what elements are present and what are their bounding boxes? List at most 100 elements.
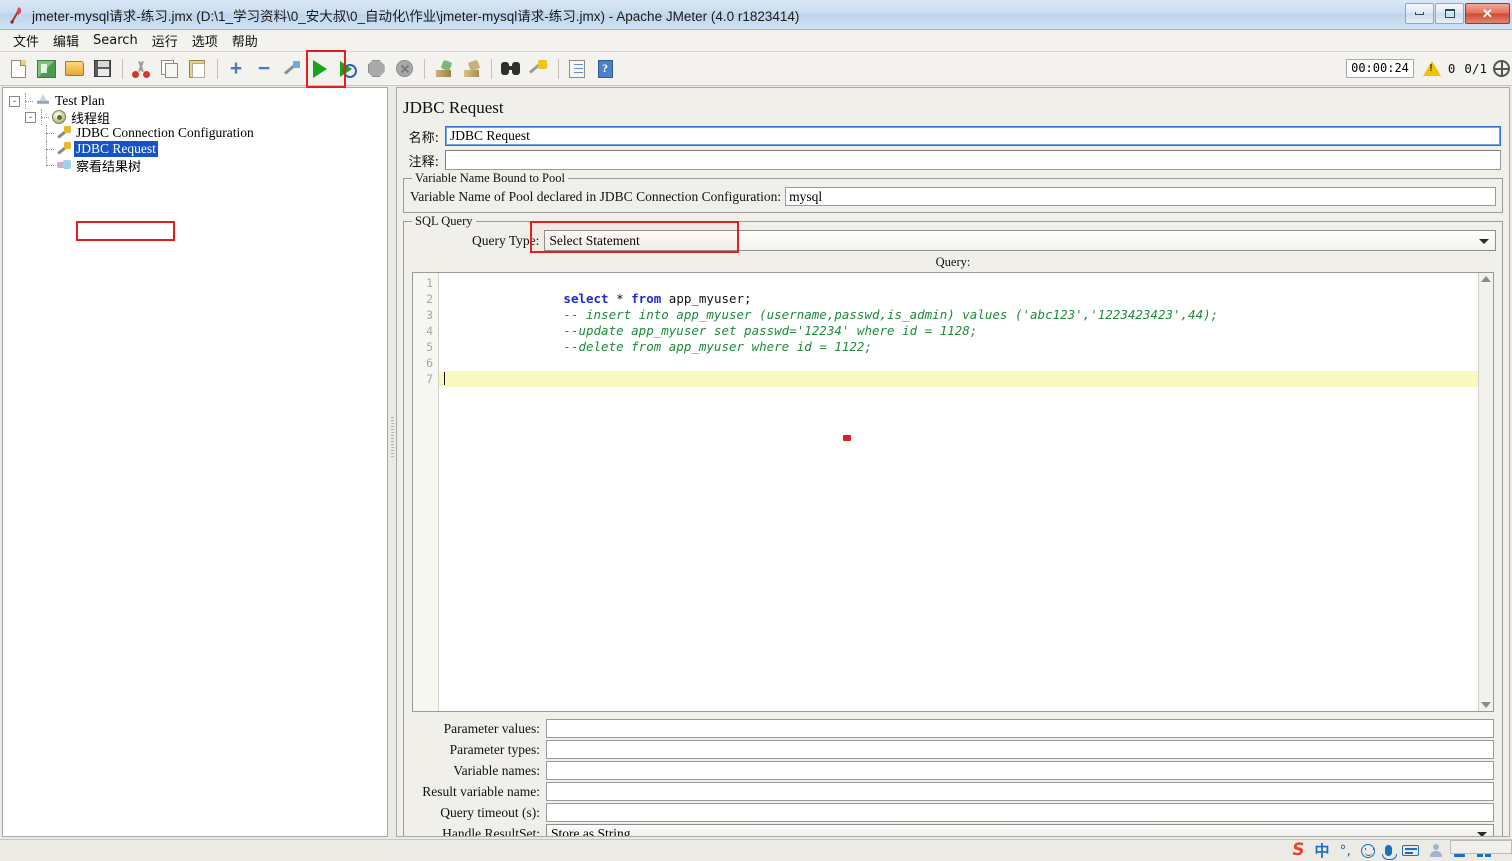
punctuation-icon[interactable]: °, [1340,843,1351,859]
expand-button[interactable]: + [223,56,249,82]
query-type-value: Select Statement [549,232,640,248]
comment-label: 注释: [408,154,439,170]
open-button[interactable] [61,56,87,82]
emoji-icon[interactable] [1361,843,1375,858]
query-type-label: Query Type: [472,232,540,248]
sql-editor[interactable]: 1 2 3 4 5 6 7 select * from app_myuser; [412,272,1494,712]
text-caret [444,372,445,385]
line-number: 4 [426,324,433,338]
tree-connector [41,125,55,141]
scroll-down-icon[interactable] [1481,702,1491,708]
sampler-icon [55,141,73,157]
play-green-icon [313,59,327,78]
sql-comment: --update app_myuser set passwd='12234' w… [563,323,978,338]
tree-node-thread-group[interactable]: - 线程组 [9,109,387,127]
menu-help[interactable]: 帮助 [225,30,265,51]
warning-triangle-icon[interactable] [1422,61,1441,76]
thread-indicator-icon [1493,60,1510,77]
start-button[interactable] [307,56,333,82]
toggle-button[interactable] [279,56,305,82]
stop-button[interactable] [363,56,389,82]
sql-comment: --delete from app_myuser where id = 1122… [563,339,872,354]
query-timeout-input[interactable] [546,803,1494,822]
voice-input-icon[interactable] [1382,845,1397,860]
editor-scrollbar[interactable] [1478,273,1493,711]
help-button[interactable]: ? [592,56,618,82]
handle-resultset-row: Handle ResultSet: Store as String [412,823,1494,837]
templates-button[interactable] [33,56,59,82]
parameter-values-input[interactable] [546,719,1494,738]
bottom-scroll-area[interactable] [1450,840,1512,854]
toolbar-separator [491,58,492,79]
variable-names-input[interactable] [546,761,1494,780]
save-button[interactable] [89,56,115,82]
sql-code-area[interactable]: select * from app_myuser; -- insert into… [439,273,1493,711]
tree-connector [36,109,50,125]
brush-clear-icon [529,59,547,78]
toolbar-separator [122,58,123,79]
name-input[interactable] [445,126,1501,146]
code-line-active [439,371,1493,387]
warning-count: 0 [1447,61,1456,76]
menu-run[interactable]: 运行 [145,30,185,51]
chinese-mode-icon[interactable]: 中 [1315,840,1330,861]
shutdown-circle-icon [395,60,413,77]
scroll-up-icon[interactable] [1481,276,1491,282]
expander-icon[interactable]: - [25,111,36,123]
toolbar-separator [558,58,559,79]
tree-node-test-plan[interactable]: - Test Plan [9,93,387,109]
chevron-down-icon [1479,238,1489,244]
parameter-types-input[interactable] [546,740,1494,759]
query-type-combo[interactable]: Select Statement [544,230,1496,251]
function-helper-button[interactable] [564,56,590,82]
paste-button[interactable] [184,56,210,82]
window-title: jmeter-mysql请求-练习.jmx (D:\1_学习资料\0_安大叔\0… [32,9,800,24]
tree-node-view-results-tree[interactable]: 察看结果树 [9,157,387,175]
pool-group: Variable Name Bound to Pool Variable Nam… [403,171,1503,213]
collapse-button[interactable]: − [251,56,277,82]
parameter-types-row: Parameter types: [412,739,1494,760]
tree-node-jdbc-request[interactable]: JDBC Request [9,141,387,157]
reset-search-button[interactable] [525,56,551,82]
sql-comment: -- insert into app_myuser (username,pass… [563,307,1219,322]
restore-button[interactable] [1435,2,1464,24]
tree-connector [20,93,34,109]
minimize-button[interactable] [1405,2,1434,24]
cut-button[interactable] [128,56,154,82]
variable-names-label: Variable names: [453,762,540,778]
shutdown-button[interactable] [391,56,417,82]
menu-file[interactable]: 文件 [6,30,46,51]
test-plan-tree-panel[interactable]: - Test Plan - 线程组 JDBC Connection Config… [2,87,388,837]
soft-keyboard-icon[interactable] [1402,845,1419,856]
copy-button[interactable] [156,56,182,82]
search-button[interactable] [497,56,523,82]
tree-node-jdbc-connection-configuration[interactable]: JDBC Connection Configuration [9,125,387,141]
result-variable-name-label: Result variable name: [422,783,540,799]
menu-options[interactable]: 选项 [185,30,225,51]
menu-edit[interactable]: 编辑 [46,30,86,51]
menu-search[interactable]: Search [86,32,145,49]
pool-variable-input[interactable] [785,187,1496,206]
handle-resultset-value: Store as String [551,825,631,837]
red-annotation-mark [843,435,851,441]
copy-icon [161,60,178,78]
clear-all-button[interactable] [458,56,484,82]
clear-button[interactable] [430,56,456,82]
toolbar-status-cluster: 00:00:24 0 0/1 [1346,59,1510,78]
sogou-logo-icon[interactable]: S [1291,840,1306,860]
new-button[interactable] [5,56,31,82]
tree-connector [41,141,55,157]
result-variable-name-input[interactable] [546,782,1494,801]
pool-group-title: Variable Name Bound to Pool [412,171,568,186]
panel-splitter[interactable] [389,87,396,837]
line-number: 1 [426,276,433,290]
line-number: 2 [426,292,433,306]
expander-icon[interactable]: - [9,95,20,107]
handle-resultset-combo[interactable]: Store as String [546,823,1494,837]
close-button[interactable]: ✕ [1465,2,1510,24]
name-field-row: 名称: [403,126,1501,146]
start-no-pauses-button[interactable] [335,56,361,82]
comment-input[interactable] [445,150,1501,170]
user-icon[interactable] [1429,844,1442,857]
line-number: 5 [426,340,433,354]
